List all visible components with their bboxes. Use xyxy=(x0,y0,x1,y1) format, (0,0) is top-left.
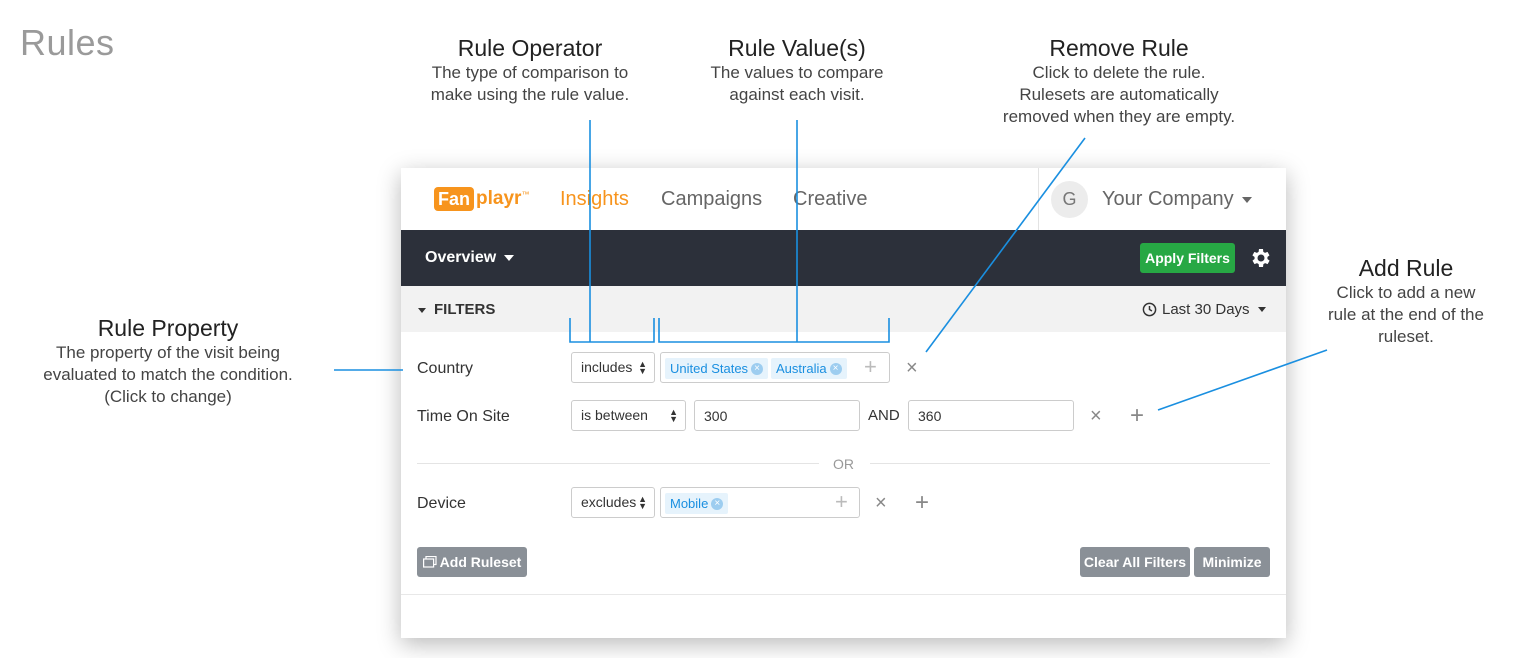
annotation-rule-values: Rule Value(s) The values to compare agai… xyxy=(672,34,922,106)
logo-trademark: ™ xyxy=(521,189,530,199)
chevron-down-icon xyxy=(504,254,515,261)
annotation-desc: evaluated to match the condition. xyxy=(43,365,293,384)
rule-value-from-input[interactable]: 300 xyxy=(694,400,860,431)
rule-property-country[interactable]: Country xyxy=(417,360,473,378)
annotation-desc: Click to add a new xyxy=(1336,283,1476,302)
rule-operator-select[interactable]: excludes ▲ ▼ xyxy=(571,487,655,518)
clock-icon xyxy=(1142,302,1157,317)
tag-label: Australia xyxy=(776,361,827,376)
nav-campaigns[interactable]: Campaigns xyxy=(661,188,762,211)
company-dropdown[interactable]: Your Company xyxy=(1102,188,1252,211)
select-arrows-icon: ▲ ▼ xyxy=(638,359,647,376)
rule-operator-select[interactable]: is between ▲ ▼ xyxy=(571,400,686,431)
annotation-desc: rule at the end of the xyxy=(1328,305,1484,324)
date-range-label: Last 30 Days xyxy=(1162,301,1250,318)
rule-values-input[interactable]: Mobile × + xyxy=(660,487,860,518)
overview-label: Overview xyxy=(425,249,497,266)
select-arrows-icon: ▲ ▼ xyxy=(638,494,647,511)
rule-values-input[interactable]: United States × Australia × + xyxy=(660,352,890,383)
remove-rule-icon[interactable]: × xyxy=(875,493,887,513)
rule-property-device[interactable]: Device xyxy=(417,495,466,513)
gear-icon[interactable] xyxy=(1249,246,1273,270)
nav-creative[interactable]: Creative xyxy=(793,188,867,211)
annotation-remove-rule: Remove Rule Click to delete the rule. Ru… xyxy=(969,34,1269,128)
logo-fan: Fan xyxy=(434,187,475,211)
annotation-rule-operator: Rule Operator The type of comparison to … xyxy=(405,34,655,106)
page-title: Rules xyxy=(20,22,115,63)
tag-remove-icon[interactable]: × xyxy=(829,362,842,375)
add-rule-icon[interactable]: + xyxy=(915,491,929,515)
tag-remove-icon[interactable]: × xyxy=(711,497,724,510)
nav-divider xyxy=(1038,168,1039,230)
annotation-title: Rule Value(s) xyxy=(728,35,866,61)
avatar[interactable]: G xyxy=(1051,181,1088,218)
select-value: is between xyxy=(581,407,648,423)
annotation-desc: make using the rule value. xyxy=(430,85,630,104)
annotation-desc: The values to compare xyxy=(710,63,884,82)
select-arrows-icon: ▲ ▼ xyxy=(669,407,678,424)
tag-remove-icon[interactable]: × xyxy=(751,362,764,375)
filters-header[interactable]: FILTERS Last 30 Days xyxy=(401,286,1286,332)
or-divider-line xyxy=(417,463,819,464)
add-value-icon[interactable]: + xyxy=(864,356,877,378)
annotation-desc: The type of comparison to xyxy=(431,63,629,82)
annotation-title: Rule Property xyxy=(97,315,239,341)
annotation-desc: The property of the visit being xyxy=(56,343,280,362)
fanplayr-logo[interactable]: Fan playr ™ xyxy=(434,186,529,212)
filters-label: FILTERS xyxy=(434,301,496,318)
minimize-button[interactable]: Minimize xyxy=(1194,547,1270,577)
toolbar: Overview Apply Filters xyxy=(401,230,1286,286)
annotation-desc: Click to delete the rule. xyxy=(1032,63,1206,82)
value-tag: Australia × xyxy=(771,358,847,379)
chevron-down-icon xyxy=(1257,307,1266,312)
annotation-desc: (Click to change) xyxy=(104,387,232,406)
annotation-title: Add Rule xyxy=(1358,255,1454,281)
annotation-title: Remove Rule xyxy=(1049,35,1189,61)
and-label: AND xyxy=(868,407,900,424)
tag-label: Mobile xyxy=(670,496,709,511)
caret-down-icon xyxy=(418,307,426,313)
annotation-add-rule: Add Rule Click to add a new rule at the … xyxy=(1306,254,1506,348)
tag-label: United States xyxy=(670,361,749,376)
annotation-desc: Rulesets are automatically xyxy=(1019,85,1219,104)
annotation-desc: removed when they are empty. xyxy=(1002,107,1236,126)
rule-operator-select[interactable]: includes ▲ ▼ xyxy=(571,352,655,383)
or-divider-line xyxy=(870,463,1270,464)
annotation-desc: ruleset. xyxy=(1378,327,1434,346)
company-name: Your Company xyxy=(1102,188,1234,210)
remove-rule-icon[interactable]: × xyxy=(1090,406,1102,426)
annotation-title: Rule Operator xyxy=(457,35,603,61)
rule-value-to-input[interactable]: 360 xyxy=(908,400,1074,431)
remove-rule-icon[interactable]: × xyxy=(906,358,918,378)
annotation-desc: against each visit. xyxy=(729,85,865,104)
date-range-dropdown[interactable]: Last 30 Days xyxy=(1142,301,1266,318)
select-value: includes xyxy=(581,359,633,375)
add-ruleset-button[interactable]: Add Ruleset xyxy=(417,547,527,577)
add-value-icon[interactable]: + xyxy=(835,491,848,513)
or-label: OR xyxy=(833,456,854,472)
add-ruleset-label: Add Ruleset xyxy=(439,554,522,570)
annotation-rule-property: Rule Property The property of the visit … xyxy=(18,314,318,408)
chevron-down-icon xyxy=(1241,196,1252,203)
rule-property-time-on-site[interactable]: Time On Site xyxy=(417,408,510,426)
value-tag: United States × xyxy=(665,358,769,379)
add-rule-icon[interactable]: + xyxy=(1130,404,1144,428)
ruleset-icon xyxy=(422,556,437,568)
overview-dropdown[interactable]: Overview xyxy=(425,249,515,267)
nav-insights[interactable]: Insights xyxy=(560,188,629,211)
apply-filters-button[interactable]: Apply Filters xyxy=(1140,243,1235,273)
filters-toggle[interactable]: FILTERS xyxy=(418,301,495,318)
logo-playr: playr xyxy=(476,188,522,209)
select-value: excludes xyxy=(581,494,637,510)
value-tag: Mobile × xyxy=(665,493,729,514)
top-navigation: Fan playr ™ Insights Campaigns Creative … xyxy=(401,168,1286,230)
app-window: Fan playr ™ Insights Campaigns Creative … xyxy=(401,168,1286,638)
clear-all-filters-button[interactable]: Clear All Filters xyxy=(1080,547,1190,577)
panel-bottom-border xyxy=(401,594,1286,595)
